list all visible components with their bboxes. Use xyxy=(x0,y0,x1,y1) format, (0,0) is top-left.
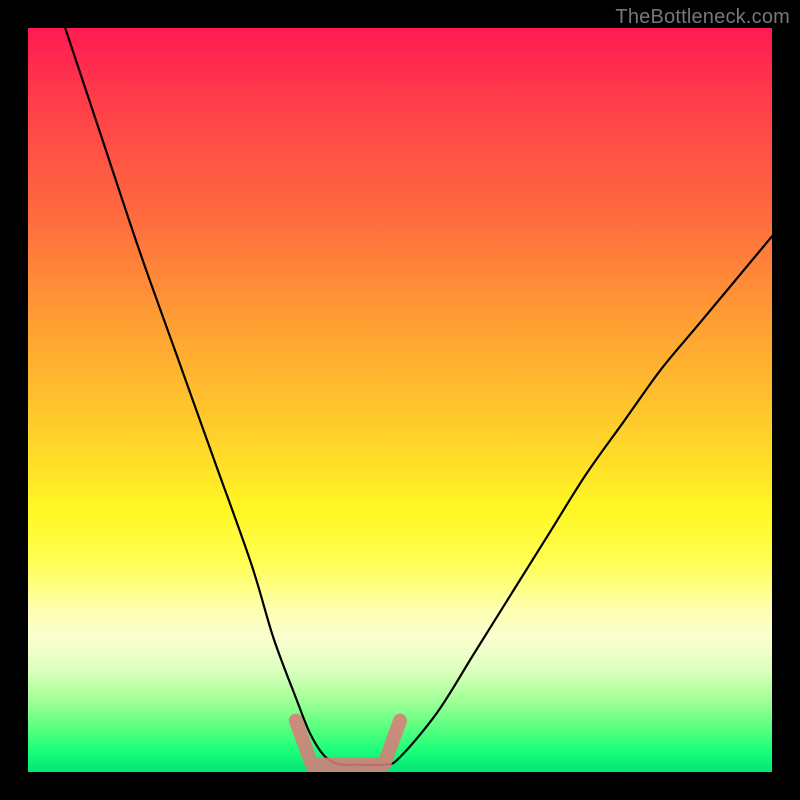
bottleneck-curve xyxy=(65,28,772,765)
watermark-label: TheBottleneck.com xyxy=(615,6,790,29)
chart-frame: TheBottleneck.com xyxy=(0,0,800,800)
optimal-range-marker-icon xyxy=(296,721,400,765)
chart-plot-area xyxy=(28,28,772,772)
chart-svg xyxy=(28,28,772,772)
